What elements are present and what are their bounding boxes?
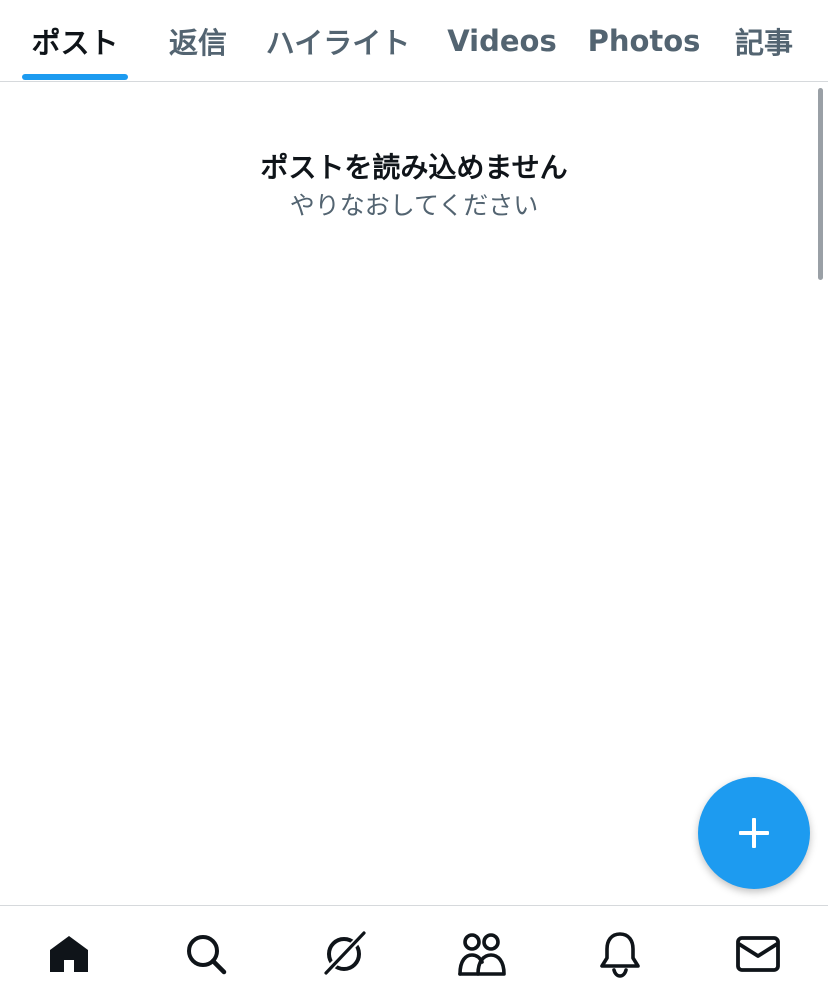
search-icon (187, 935, 227, 975)
nav-grok[interactable] (314, 924, 374, 984)
bell-icon (600, 932, 640, 978)
nav-notifications[interactable] (590, 924, 650, 984)
nav-search[interactable] (176, 924, 236, 984)
profile-tab-bar: ポスト 返信 ハイライト Videos Photos 記事 (0, 0, 828, 82)
tab-replies[interactable]: 返信 (158, 0, 238, 81)
active-tab-indicator (22, 74, 128, 80)
empty-state-subtitle: やりなおしてください (289, 191, 539, 220)
tab-articles[interactable]: 記事 (726, 0, 802, 81)
compose-post-button[interactable] (698, 777, 810, 889)
tab-photos[interactable]: Photos (584, 0, 704, 81)
empty-state: ポストを読み込めません やりなおしてください (0, 148, 828, 224)
empty-state-title: ポストを読み込めません (260, 151, 568, 184)
nav-communities[interactable] (452, 924, 512, 984)
profile-timeline-screen: ポスト 返信 ハイライト Videos Photos 記事 ポストを読み込めませ… (0, 0, 828, 1001)
nav-home[interactable] (39, 924, 99, 984)
bottom-navigation (0, 905, 828, 1001)
mail-icon (736, 936, 780, 972)
grok-icon (321, 931, 367, 977)
plus-icon (739, 818, 769, 848)
tab-posts[interactable]: ポスト (20, 0, 130, 81)
tab-highlights[interactable]: ハイライト (260, 0, 416, 81)
tab-videos[interactable]: Videos (442, 0, 562, 81)
communities-icon (458, 933, 506, 976)
home-icon (50, 936, 88, 972)
nav-messages[interactable] (728, 924, 788, 984)
